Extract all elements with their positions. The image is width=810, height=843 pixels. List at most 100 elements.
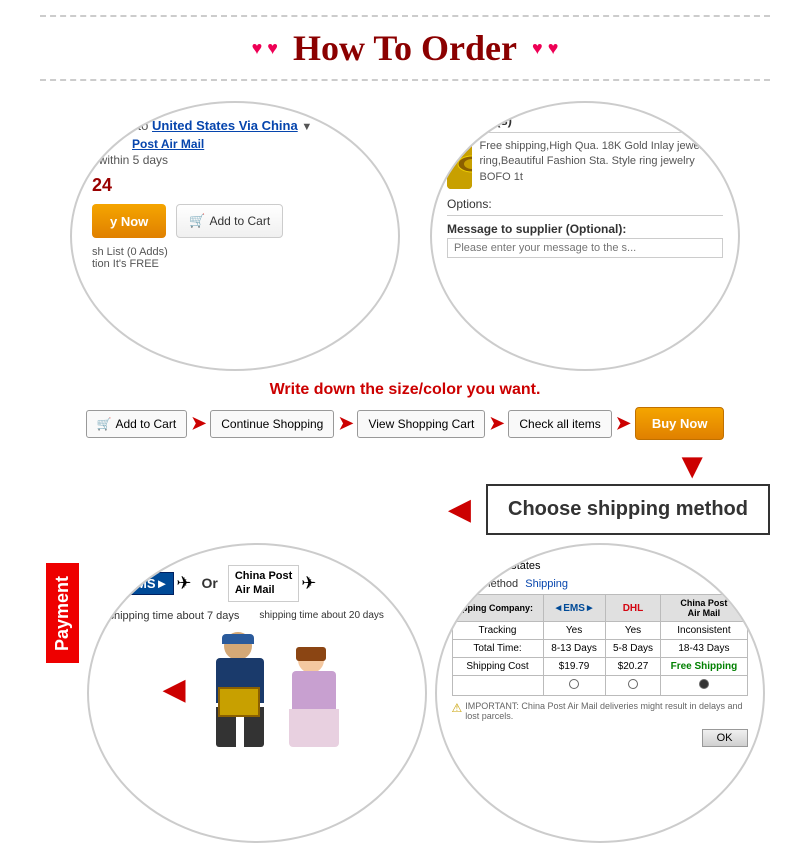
arrow-down-container: ▼ (674, 448, 710, 484)
write-down-section: Write down the size/color you want. (0, 381, 810, 399)
delivery-woman (276, 647, 351, 747)
step-label-3: View Shopping Cart (368, 417, 474, 431)
shipping-method-label: pping Method Shipping (452, 578, 748, 590)
step-view-cart[interactable]: View Shopping Cart (357, 410, 485, 438)
product-thumbnail: 99 (447, 139, 472, 189)
shipping-table: pping Company: ◄EMS► DHL China PostAir M… (452, 594, 748, 696)
col-header-company: pping Company: (452, 595, 543, 622)
delivery-man (196, 632, 286, 747)
price-display: 24 (92, 175, 378, 196)
arrow-2: ➤ (338, 413, 353, 434)
step-label-1: Add to Cart (115, 417, 176, 431)
checkout-circle: Product(s) 99 Free shipping,High Qua. 18… (430, 101, 740, 371)
ems-option: ◄EMS► ✈ (109, 572, 192, 595)
add-to-cart-button[interactable]: 🛒 Add to Cart (176, 204, 283, 238)
united-states-label: United States (475, 560, 541, 572)
shipping-link[interactable]: United States Via China (152, 118, 298, 133)
shipping-to-text: hipping to (92, 118, 148, 133)
shipping-table-content: United States pping Method Shipping ppin… (437, 545, 763, 740)
ems-plane-icon: ✈ (176, 573, 191, 594)
step-buy-now[interactable]: Buy Now (635, 407, 725, 440)
step-label-4: Check all items (519, 417, 600, 431)
products-header: Product(s) (447, 113, 723, 133)
ems-text: ◄EMS► (115, 576, 169, 591)
step-check-items[interactable]: Check all items (508, 410, 611, 438)
china-post-logo: China PostAir Mail (228, 565, 299, 602)
write-down-text: Write down the size/color you want. (270, 381, 541, 398)
important-note: ⚠ IMPORTANT: China Post Air Mail deliver… (452, 701, 748, 721)
cost-ems: $19.79 (543, 658, 605, 676)
radio-cp[interactable] (661, 676, 747, 696)
total-time-dhl: 5-8 Days (605, 640, 661, 658)
wishlist-text[interactable]: sh List (0 Adds) (92, 246, 378, 258)
step-label-5: Buy Now (652, 416, 708, 431)
total-time-label: Total Time: (452, 640, 543, 658)
radio-dhl[interactable] (605, 676, 661, 696)
badge: 99 (457, 139, 472, 150)
add-to-cart-label: Add to Cart (209, 214, 270, 228)
arrow-left-delivery: ◀ (162, 672, 185, 707)
total-time-ems: 8-13 Days (543, 640, 605, 658)
steps-row: 🛒 Add to Cart ➤ Continue Shopping ➤ View… (0, 407, 810, 440)
arrow-3: ➤ (489, 413, 504, 434)
choose-shipping-box: Choose shipping method (486, 484, 770, 535)
radio-ems[interactable] (543, 676, 605, 696)
choose-shipping-area: ◀ Choose shipping method (0, 484, 810, 535)
table-row-tracking: Tracking Yes Yes Inconsistent (452, 622, 747, 640)
message-label: Message to supplier (Optional): (447, 215, 723, 236)
step-continue-shopping[interactable]: Continue Shopping (210, 410, 334, 438)
total-time-cp: 18-43 Days (661, 640, 747, 658)
cost-cp: Free Shipping (661, 658, 747, 676)
table-row-time: Total Time: 8-13 Days 5-8 Days 18-43 Day… (452, 640, 747, 658)
dropdown-arrow[interactable]: ▼ (301, 121, 312, 133)
shipping-cost-label: Shipping Cost (452, 658, 543, 676)
radio-cp-input[interactable] (699, 679, 709, 689)
warning-icon: ⚠ (452, 701, 463, 721)
china-post-time: shipping time about 20 days (259, 610, 384, 622)
step-add-to-cart[interactable]: 🛒 Add to Cart (86, 410, 188, 438)
delivery-days: t within 5 days (92, 153, 378, 167)
radio-ems-input[interactable] (569, 679, 579, 689)
title-section: ♥ ♥ How To Order ♥ ♥ (0, 0, 810, 91)
product-page-circle: hipping to United States Via China ▼ Pos… (70, 101, 400, 371)
ems-logo: ◄EMS► (109, 572, 175, 595)
cart-icon-step: 🛒 (97, 417, 112, 431)
protection-text: tion It's FREE (92, 258, 378, 270)
ems-col: ◄EMS► (553, 603, 594, 614)
radio-dhl-input[interactable] (628, 679, 638, 689)
col-header-cp: China PostAir Mail (661, 595, 747, 622)
shipping-table-circle: United States pping Method Shipping ppin… (435, 543, 765, 843)
tracking-label: Tracking (452, 622, 543, 640)
col-header-ems: ◄EMS► (543, 595, 605, 622)
delivery-scene: ◀ (109, 632, 405, 747)
post-air-link[interactable]: Post Air Mail (132, 137, 204, 151)
checkout-content: Product(s) 99 Free shipping,High Qua. 18… (432, 103, 738, 268)
tracking-cp: Inconsistent (661, 622, 747, 640)
step-label-2: Continue Shopping (221, 417, 323, 431)
or-text: Or (202, 575, 218, 591)
heart-right: ♥ ♥ (532, 38, 558, 59)
buy-now-button[interactable]: y Now (92, 204, 166, 238)
cost-dhl: $20.27 (605, 658, 661, 676)
options-label: Options: (447, 197, 723, 211)
shipping-options-circle: ◄EMS► ✈ Or China PostAir Mail ✈ shipping… (87, 543, 427, 843)
message-input[interactable] (447, 238, 723, 258)
cart-icon: 🛒 (189, 213, 205, 229)
table-row-radio (452, 676, 747, 696)
col-header-dhl: DHL (605, 595, 661, 622)
arrow-4: ➤ (616, 413, 631, 434)
shipping-logos-row: ◄EMS► ✈ Or China PostAir Mail ✈ (109, 565, 405, 602)
china-post-option: China PostAir Mail ✈ (228, 565, 317, 602)
china-post-plane-icon: ✈ (301, 573, 316, 594)
arrow-1: ➤ (191, 413, 206, 434)
payment-label: Payment (46, 563, 79, 663)
table-row-cost: Shipping Cost $19.79 $20.27 Free Shippin… (452, 658, 747, 676)
us-flag-row: United States (452, 560, 748, 572)
ok-button[interactable]: OK (702, 729, 748, 747)
product-page-content: hipping to United States Via China ▼ Pos… (72, 103, 398, 285)
shipping-label: hipping to United States Via China ▼ (92, 118, 378, 133)
product-description: Free shipping,High Qua. 18K Gold Inlay j… (480, 139, 723, 189)
dhl-col: DHL (623, 603, 644, 614)
shipping-times: shipping time about 7 days shipping time… (109, 610, 405, 622)
top-circles-row: hipping to United States Via China ▼ Pos… (0, 101, 810, 371)
